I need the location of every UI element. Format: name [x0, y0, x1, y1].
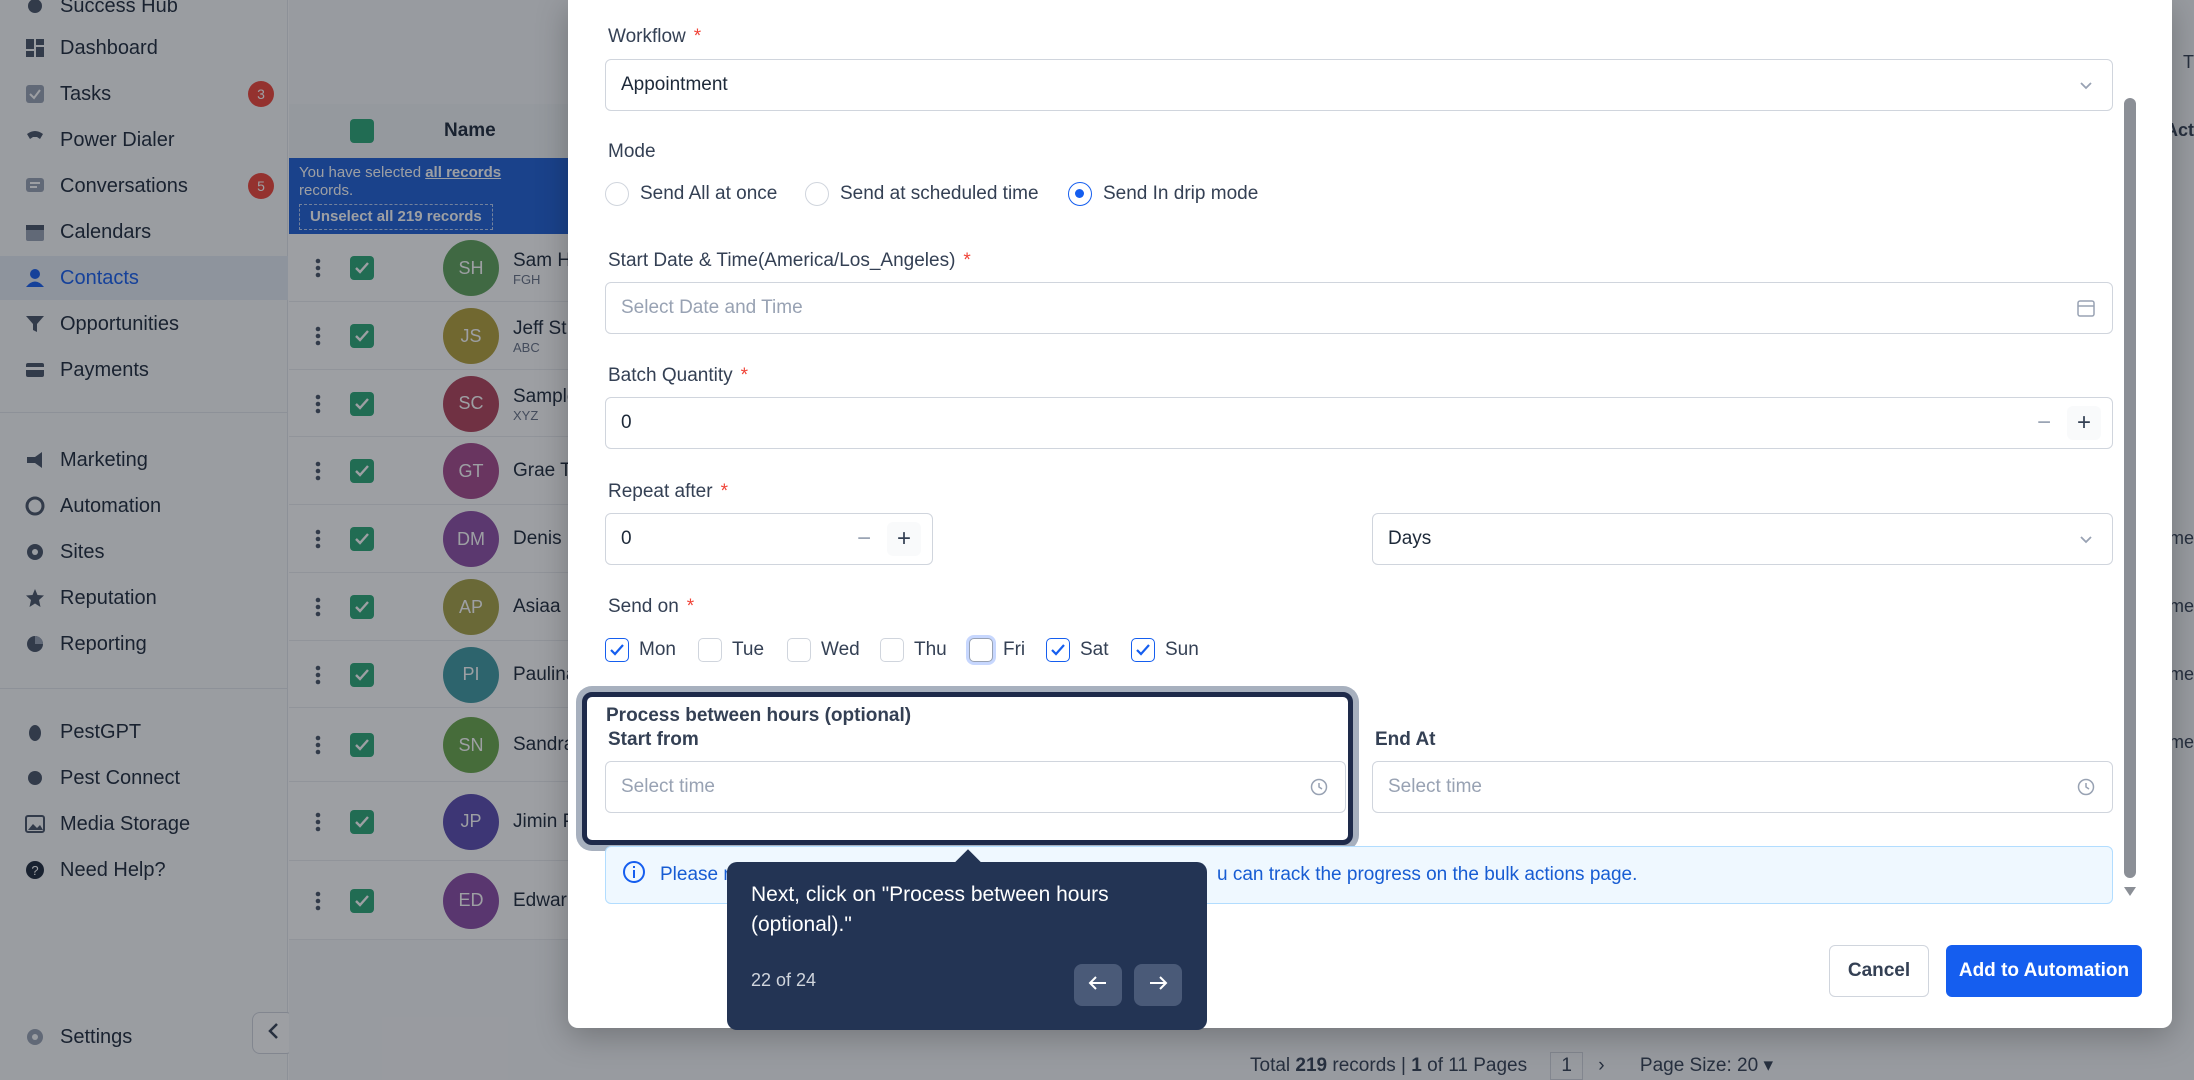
radio-circle: [805, 182, 829, 206]
radio-label: Send All at once: [640, 183, 778, 204]
repeat-decrement-button[interactable]: −: [847, 522, 881, 556]
checkbox-checked: [1046, 638, 1070, 662]
batch-quantity-label: Batch Quantity *: [608, 365, 749, 386]
info-text: Please n: [660, 864, 734, 885]
workflow-select[interactable]: Appointment: [605, 59, 2113, 111]
repeat-increment-button[interactable]: +: [887, 522, 921, 556]
tour-previous-button[interactable]: [1074, 964, 1122, 1006]
modal-scrollbar[interactable]: [2124, 98, 2136, 878]
day-checkbox-fri[interactable]: Fri: [969, 638, 1025, 662]
arrow-right-icon: [1148, 975, 1168, 996]
batch-increment-button[interactable]: +: [2067, 406, 2101, 440]
info-icon: [622, 860, 646, 890]
repeat-after-input[interactable]: 0: [605, 513, 933, 565]
tour-step-counter: 22 of 24: [751, 970, 817, 990]
placeholder-text: Select time: [1388, 776, 1482, 797]
label-text: Workflow: [608, 26, 686, 47]
mode-radio-scheduled[interactable]: Send at scheduled time: [805, 182, 1039, 206]
send-on-label: Send on *: [608, 596, 695, 617]
repeat-after-label: Repeat after *: [608, 481, 728, 502]
workflow-label: Workflow *: [608, 26, 702, 47]
placeholder-text: Select Date and Time: [621, 297, 803, 318]
checkbox-unchecked: [880, 638, 904, 662]
day-label: Sat: [1080, 639, 1109, 660]
checkbox-checked: [1131, 638, 1155, 662]
day-label: Tue: [732, 639, 765, 660]
mode-radio-drip[interactable]: Send In drip mode: [1068, 182, 1258, 206]
day-checkbox-mon[interactable]: Mon: [605, 638, 676, 662]
day-label: Wed: [821, 639, 860, 660]
day-checkbox-tue[interactable]: Tue: [698, 638, 764, 662]
end-at-label: End At: [1375, 729, 1436, 750]
scroll-down-arrow-icon[interactable]: [2123, 885, 2137, 903]
day-checkbox-wed[interactable]: Wed: [787, 638, 860, 662]
day-label: Thu: [914, 639, 947, 660]
start-from-label: Start from: [608, 729, 699, 750]
tour-message: Next, click on "Process between hours (o…: [751, 883, 1109, 936]
clock-icon: [2076, 777, 2096, 797]
tour-next-button[interactable]: [1134, 964, 1182, 1006]
process-between-hours-label[interactable]: Process between hours (optional): [606, 705, 911, 727]
label-text: Send on: [608, 596, 679, 617]
info-text: u can track the progress on the bulk act…: [1217, 864, 1638, 885]
day-checkbox-sat[interactable]: Sat: [1046, 638, 1109, 662]
chevron-down-icon: [2076, 529, 2096, 549]
placeholder-text: Select time: [621, 776, 715, 797]
arrow-left-icon: [1088, 975, 1108, 996]
radio-label: Send at scheduled time: [840, 183, 1039, 204]
start-date-label: Start Date & Time(America/Los_Angeles) *: [608, 250, 971, 271]
tour-tooltip: Next, click on "Process between hours (o…: [727, 849, 1207, 1030]
radio-circle: [605, 182, 629, 206]
day-checkbox-thu[interactable]: Thu: [880, 638, 947, 662]
start-from-time-input[interactable]: Select time: [605, 761, 1346, 813]
mode-radio-send-all[interactable]: Send All at once: [605, 182, 777, 206]
clock-icon: [1309, 777, 1329, 797]
end-at-time-input[interactable]: Select time: [1372, 761, 2113, 813]
batch-decrement-button[interactable]: −: [2027, 406, 2061, 440]
checkbox-unchecked: [698, 638, 722, 662]
checkbox-unchecked: [969, 638, 993, 662]
day-label: Fri: [1003, 639, 1026, 660]
mode-label: Mode: [608, 141, 656, 162]
batch-quantity-input[interactable]: 0: [605, 397, 2113, 449]
calendar-icon: [2076, 298, 2096, 318]
label-text: Start Date & Time(America/Los_Angeles): [608, 250, 956, 271]
label-text: Repeat after: [608, 481, 713, 502]
day-label: Mon: [639, 639, 676, 660]
checkbox-unchecked: [787, 638, 811, 662]
repeat-value: 0: [621, 528, 632, 549]
start-date-time-input[interactable]: Select Date and Time: [605, 282, 2113, 334]
repeat-unit-value: Days: [1388, 528, 1432, 549]
add-to-automation-button[interactable]: Add to Automation: [1946, 945, 2142, 997]
radio-circle-selected: [1068, 182, 1092, 206]
radio-label: Send In drip mode: [1103, 183, 1259, 204]
cancel-button[interactable]: Cancel: [1829, 945, 1929, 997]
day-label: Sun: [1165, 639, 1199, 660]
workflow-value: Appointment: [621, 74, 728, 95]
label-text: Batch Quantity: [608, 365, 733, 386]
day-checkbox-sun[interactable]: Sun: [1131, 638, 1199, 662]
repeat-unit-select[interactable]: Days: [1372, 513, 2113, 565]
checkbox-checked: [605, 638, 629, 662]
batch-value: 0: [621, 412, 632, 433]
chevron-down-icon: [2076, 75, 2096, 95]
